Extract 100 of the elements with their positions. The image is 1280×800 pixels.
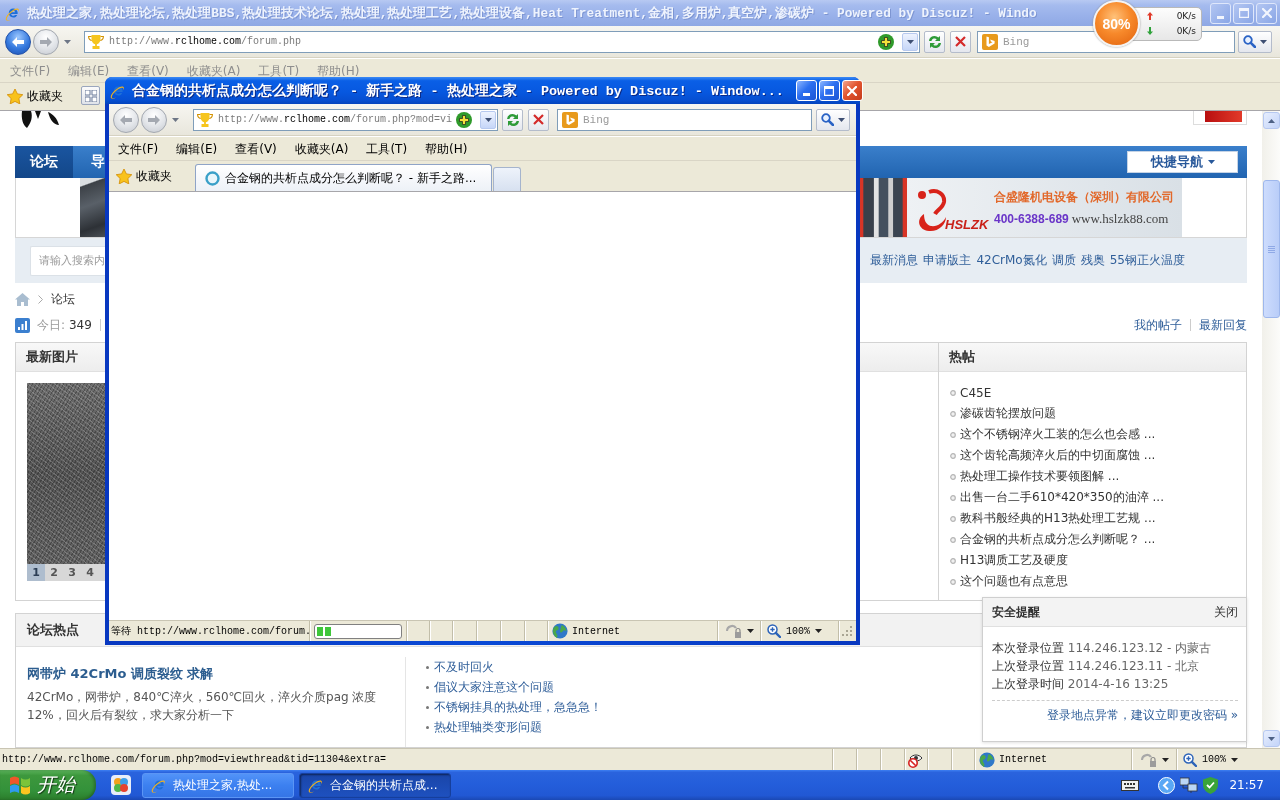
scroll-thumb[interactable]	[1262, 180, 1280, 318]
arrow-down-icon	[1147, 27, 1153, 35]
hot-search-link[interactable]: 调质	[1051, 252, 1076, 269]
menu-item[interactable]: 帮助(H)	[419, 141, 474, 156]
chevron-right-icon	[38, 294, 43, 304]
post-link[interactable]: C45E	[960, 385, 992, 400]
post-link[interactable]: 热处理轴类变形问题	[434, 718, 542, 736]
post-link[interactable]: 渗碳齿轮摆放问题	[960, 405, 1056, 422]
address-dropdown-button[interactable]	[480, 110, 496, 129]
stats-text: 今日: 349	[37, 316, 92, 334]
hot-search-link[interactable]: 残奥	[1080, 252, 1105, 269]
page-button[interactable]: 2	[45, 564, 63, 581]
zoom-button[interactable]: 100%	[765, 622, 824, 640]
hot-search-link[interactable]: 42CrMo氮化	[976, 252, 1047, 269]
quick-launch-button[interactable]	[109, 773, 133, 797]
ad-banner[interactable]: HSLZK 合盛隆机电设备（深圳）有限公司 400-6388-689 www.hslzk88.com	[907, 178, 1182, 237]
menu-item[interactable]: 文件(F)	[112, 141, 165, 156]
show-hidden-icons-button[interactable]	[1158, 776, 1176, 794]
post-link[interactable]: 这个问题也有点意思	[960, 573, 1068, 590]
bullet-icon	[950, 494, 956, 501]
post-link[interactable]: 教科书般经典的H13热处理工艺规 ...	[960, 510, 1156, 527]
browser-tab[interactable]: 合金钢的共析点成分怎么判断呢？ - 新手之路...	[195, 164, 492, 191]
download-speed: 0K/s	[1176, 25, 1196, 37]
scroll-up-button[interactable]	[1262, 112, 1280, 129]
search-button[interactable]	[816, 108, 850, 131]
stop-button[interactable]	[950, 30, 971, 53]
address-field[interactable]: http://www.rclhome.com/forum.php?mod=vi	[193, 108, 498, 131]
caret-down-icon	[838, 117, 845, 122]
menu-item[interactable]: 工具(T)	[360, 141, 414, 156]
zoom-button[interactable]: 100%	[1181, 750, 1240, 769]
ad-company-name: 合盛隆机电设备（深圳）有限公司	[994, 188, 1175, 206]
address-dropdown-button[interactable]	[902, 32, 918, 51]
security-button[interactable]	[1203, 776, 1219, 794]
quick-nav-button[interactable]: 快捷导航	[1127, 151, 1238, 173]
caret-down-icon	[1260, 39, 1267, 44]
post-link[interactable]: 这个齿轮高频淬火后的中切面腐蚀 ...	[960, 447, 1156, 464]
search-input[interactable]: 请输入搜索内	[30, 245, 105, 276]
post-link[interactable]: 不及时回火	[434, 658, 494, 676]
post-link[interactable]: 倡议大家注意这个问题	[434, 678, 554, 696]
post-link[interactable]: 热处理工操作技术要领图解 ...	[960, 468, 1120, 485]
photo-placeholder	[80, 178, 105, 237]
hot-search-link[interactable]: 申请版主	[923, 252, 972, 269]
refresh-icon	[927, 34, 942, 49]
post-link[interactable]: 这个不锈钢淬火工装的怎么也会感 ...	[960, 426, 1156, 443]
nav-link[interactable]: 导	[73, 146, 105, 178]
caret-down-icon	[1267, 736, 1275, 741]
address-field[interactable]: http://www.rclhome.com/forum.php	[84, 30, 920, 53]
maximize-icon	[1238, 8, 1249, 18]
post-link[interactable]: 不锈钢挂具的热处理，急急急！	[434, 698, 602, 716]
post-title-link[interactable]: 网带炉 42CrMo 调质裂纹 求解	[27, 665, 405, 682]
window-title: 热处理之家,热处理论坛,热处理BBS,热处理技术论坛,热处理,热处理工艺,热处理设备,Heat Treatment,金相,多用炉,真空炉,渗碳炉 - Powered by Discuz! - Windo	[27, 4, 1037, 22]
search-button[interactable]	[1238, 30, 1272, 53]
home-icon	[15, 292, 30, 306]
post-link[interactable]: 合金钢的共析点成分怎么判断呢？ ...	[960, 531, 1156, 548]
taskbar-button[interactable]: 合金钢的共析点成...	[299, 772, 451, 798]
taskbar-button[interactable]: 热处理之家,热处...	[142, 772, 294, 798]
hot-search-link[interactable]: 55钢正火温度	[1109, 252, 1185, 269]
star-icon	[116, 168, 132, 184]
ad-brand: HSLZK	[945, 217, 989, 232]
nav-link[interactable]: 论坛	[15, 146, 73, 178]
menu-item[interactable]: 查看(V)	[229, 141, 283, 156]
arrow-right-icon	[148, 114, 160, 125]
favorites-button[interactable]: 收藏夹	[112, 165, 176, 187]
favorites-button[interactable]: 收藏夹	[3, 85, 67, 107]
refresh-button[interactable]	[924, 30, 945, 53]
breadcrumb-link[interactable]: 论坛	[51, 290, 75, 308]
trophy-icon	[197, 112, 213, 127]
close-icon	[847, 85, 858, 96]
hot-search-link[interactable]: 最新消息	[870, 252, 919, 269]
refresh-icon	[505, 112, 520, 127]
quick-tabs-button[interactable]	[81, 86, 100, 105]
caret-down-icon	[1207, 160, 1215, 164]
keyboard-button[interactable]	[1121, 779, 1140, 791]
change-password-link[interactable]: 登录地点异常，建议立即更改密码 »	[1046, 706, 1238, 724]
caret-down-icon	[63, 39, 71, 44]
stop-button[interactable]	[528, 108, 549, 131]
close-link[interactable]: 关闭	[1214, 603, 1238, 621]
search-field[interactable]: Bing	[557, 108, 812, 131]
user-link[interactable]: 最新回复	[1199, 316, 1247, 334]
caret-down-icon	[1231, 757, 1238, 762]
start-button[interactable]: 开始	[0, 770, 96, 800]
menu-item[interactable]: 收藏夹(A)	[288, 141, 355, 156]
menu-item[interactable]: 编辑(E)	[170, 141, 224, 156]
user-link[interactable]: 我的帖子	[1134, 316, 1182, 334]
back-button[interactable]	[5, 28, 31, 55]
page-button[interactable]: 4	[81, 564, 99, 581]
resize-grip-icon	[842, 626, 852, 636]
page-button[interactable]: 1	[27, 564, 45, 581]
bullet-icon	[950, 515, 956, 522]
page-button[interactable]: 3	[63, 564, 81, 581]
network-button[interactable]	[1180, 777, 1199, 793]
grip-icon	[1267, 245, 1275, 253]
bullet-icon	[950, 473, 956, 480]
post-link[interactable]: H13调质工艺及硬度	[960, 552, 1069, 569]
blocked-eye-icon	[907, 751, 925, 768]
refresh-button[interactable]	[502, 108, 523, 131]
scroll-down-button[interactable]	[1262, 730, 1280, 747]
clock: 21:57	[1229, 778, 1264, 792]
post-link[interactable]: 出售一台二手610*420*350的油淬 ...	[960, 489, 1164, 506]
bullet-icon	[426, 725, 429, 729]
